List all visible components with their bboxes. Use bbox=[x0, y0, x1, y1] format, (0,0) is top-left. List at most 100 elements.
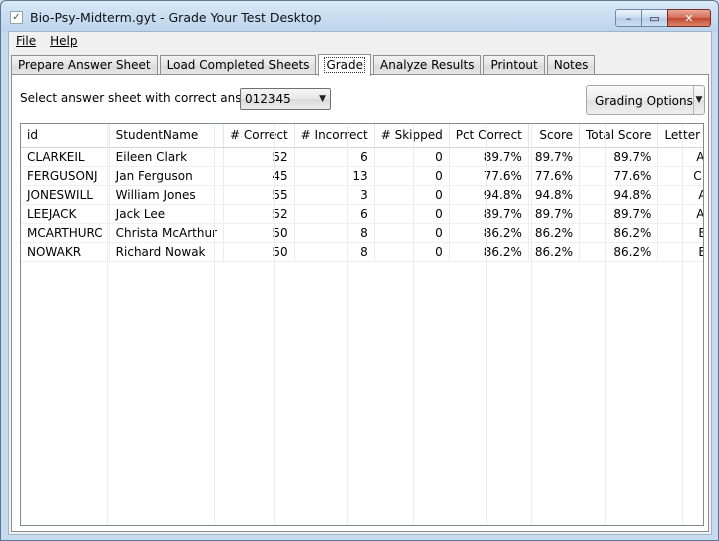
column-divider bbox=[682, 124, 683, 525]
cell-correct: 50 bbox=[223, 242, 295, 262]
table-row[interactable]: NOWAKR Richard Nowak 50 8 0 86.2% 86.2% … bbox=[21, 242, 703, 262]
table-row[interactable]: LEEJACK Jack Lee 52 6 0 89.7% 89.7% 89.7… bbox=[21, 204, 703, 224]
cell-pct-correct: 86.2% bbox=[449, 223, 529, 243]
menu-file[interactable]: File bbox=[9, 32, 43, 51]
cell-incorrect: 13 bbox=[294, 166, 375, 186]
column-header-letter-grade[interactable]: Letter Grade bbox=[657, 124, 703, 148]
close-button[interactable]: ✕ bbox=[667, 9, 711, 27]
column-header-correct[interactable]: # Correct bbox=[223, 124, 295, 148]
table-row[interactable]: FERGUSONJ Jan Ferguson 45 13 0 77.6% 77.… bbox=[21, 166, 703, 186]
grading-options-button[interactable]: Grading Options bbox=[587, 86, 693, 114]
window-controls: – ▭ ✕ bbox=[615, 9, 711, 27]
cell-incorrect: 6 bbox=[294, 204, 375, 224]
cell-id: MCARTHURC bbox=[21, 223, 110, 243]
cell-letter-grade: B bbox=[657, 223, 703, 243]
grading-options-split-button: Grading Options ▼ bbox=[586, 85, 705, 115]
cell-skipped: 0 bbox=[374, 166, 450, 186]
answer-sheet-select[interactable]: 012345 ▼ bbox=[240, 88, 331, 110]
cell-pct-correct: 89.7% bbox=[449, 204, 529, 224]
dropdown-arrow-icon: ▼ bbox=[319, 94, 326, 104]
cell-letter-grade: A bbox=[657, 185, 703, 205]
chevron-down-icon: ▼ bbox=[695, 95, 703, 105]
column-divider bbox=[107, 124, 108, 525]
cell-total-score: 77.6% bbox=[579, 166, 659, 186]
column-header-id[interactable]: id bbox=[21, 124, 110, 148]
cell-id: JONESWILL bbox=[21, 185, 110, 205]
cell-correct: 52 bbox=[223, 204, 295, 224]
tab-grade[interactable]: Grade bbox=[318, 54, 372, 76]
cell-student-name: Eileen Clark bbox=[109, 147, 225, 167]
cell-incorrect: 8 bbox=[294, 223, 375, 243]
tab-load-completed-sheets[interactable]: Load Completed Sheets bbox=[159, 55, 317, 75]
column-header-student-name[interactable]: StudentName bbox=[109, 124, 225, 148]
minimize-button[interactable]: – bbox=[615, 9, 642, 27]
cell-score: 89.7% bbox=[528, 147, 581, 167]
column-header-score[interactable]: Score bbox=[528, 124, 581, 148]
cell-letter-grade: A- bbox=[657, 204, 703, 224]
menu-help-label: Help bbox=[50, 34, 78, 48]
cell-score: 94.8% bbox=[528, 185, 581, 205]
cell-skipped: 0 bbox=[374, 147, 450, 167]
app-checkmark-icon[interactable]: ✓ bbox=[10, 11, 23, 24]
column-divider bbox=[486, 124, 487, 525]
cell-incorrect: 6 bbox=[294, 147, 375, 167]
results-table: id StudentName # Correct # Incorrect # S… bbox=[21, 124, 703, 262]
cell-total-score: 86.2% bbox=[579, 223, 659, 243]
results-grid[interactable]: id StudentName # Correct # Incorrect # S… bbox=[20, 123, 704, 526]
cell-total-score: 86.2% bbox=[579, 242, 659, 262]
column-divider bbox=[214, 124, 215, 525]
cell-letter-grade: A- bbox=[657, 147, 703, 167]
cell-correct: 50 bbox=[223, 223, 295, 243]
cell-score: 86.2% bbox=[528, 223, 581, 243]
cell-score: 89.7% bbox=[528, 204, 581, 224]
cell-student-name: Jan Ferguson bbox=[109, 166, 225, 186]
maximize-button[interactable]: ▭ bbox=[641, 9, 668, 27]
cell-letter-grade: C+ bbox=[657, 166, 703, 186]
column-header-pct-correct[interactable]: Pct Correct bbox=[449, 124, 529, 148]
cell-skipped: 0 bbox=[374, 242, 450, 262]
tab-analyze-results[interactable]: Analyze Results bbox=[373, 55, 482, 75]
table-row[interactable]: JONESWILL William Jones 55 3 0 94.8% 94.… bbox=[21, 185, 703, 205]
cell-letter-grade: B bbox=[657, 242, 703, 262]
client-area: File Help Prepare Answer Sheet Load Comp… bbox=[8, 31, 712, 535]
tab-notes[interactable]: Notes bbox=[546, 55, 596, 75]
cell-total-score: 94.8% bbox=[579, 185, 659, 205]
menu-help[interactable]: Help bbox=[43, 32, 84, 51]
grade-panel: Select answer sheet with correct answers… bbox=[11, 74, 709, 532]
column-header-incorrect[interactable]: # Incorrect bbox=[294, 124, 375, 148]
cell-skipped: 0 bbox=[374, 185, 450, 205]
menu-bar: File Help bbox=[9, 32, 711, 51]
cell-student-name: Christa McArthur bbox=[109, 223, 225, 243]
column-divider bbox=[531, 124, 532, 525]
tab-printout[interactable]: Printout bbox=[483, 55, 545, 75]
column-header-skipped[interactable]: # Skipped bbox=[374, 124, 450, 148]
cell-pct-correct: 94.8% bbox=[449, 185, 529, 205]
answer-sheet-select-label: Select answer sheet with correct answers… bbox=[20, 91, 274, 105]
cell-id: NOWAKR bbox=[21, 242, 110, 262]
cell-total-score: 89.7% bbox=[579, 147, 659, 167]
tab-prepare-answer-sheet[interactable]: Prepare Answer Sheet bbox=[11, 55, 158, 75]
cell-pct-correct: 86.2% bbox=[449, 242, 529, 262]
cell-correct: 52 bbox=[223, 147, 295, 167]
cell-pct-correct: 77.6% bbox=[449, 166, 529, 186]
cell-incorrect: 8 bbox=[294, 242, 375, 262]
cell-score: 77.6% bbox=[528, 166, 581, 186]
cell-student-name: William Jones bbox=[109, 185, 225, 205]
menu-file-label: File bbox=[16, 34, 37, 48]
cell-id: FERGUSONJ bbox=[21, 166, 110, 186]
column-divider bbox=[413, 124, 414, 525]
app-window: ✓ Bio-Psy-Midterm.gyt - Grade Your Test … bbox=[0, 0, 719, 541]
window-title: Bio-Psy-Midterm.gyt - Grade Your Test De… bbox=[30, 10, 322, 25]
tab-strip: Prepare Answer Sheet Load Completed Shee… bbox=[11, 53, 597, 76]
table-row[interactable]: MCARTHURC Christa McArthur 50 8 0 86.2% … bbox=[21, 223, 703, 243]
title-bar[interactable]: ✓ Bio-Psy-Midterm.gyt - Grade Your Test … bbox=[1, 1, 718, 31]
column-divider bbox=[274, 124, 275, 525]
table-row[interactable]: CLARKEIL Eileen Clark 52 6 0 89.7% 89.7%… bbox=[21, 147, 703, 167]
cell-id: CLARKEIL bbox=[21, 147, 110, 167]
tab-grade-label: Grade bbox=[324, 57, 366, 73]
cell-correct: 55 bbox=[223, 185, 295, 205]
column-header-total-score[interactable]: Total Score bbox=[579, 124, 659, 148]
answer-sheet-select-value: 012345 bbox=[245, 92, 291, 106]
cell-skipped: 0 bbox=[374, 204, 450, 224]
grading-options-dropdown[interactable]: ▼ bbox=[692, 86, 704, 114]
